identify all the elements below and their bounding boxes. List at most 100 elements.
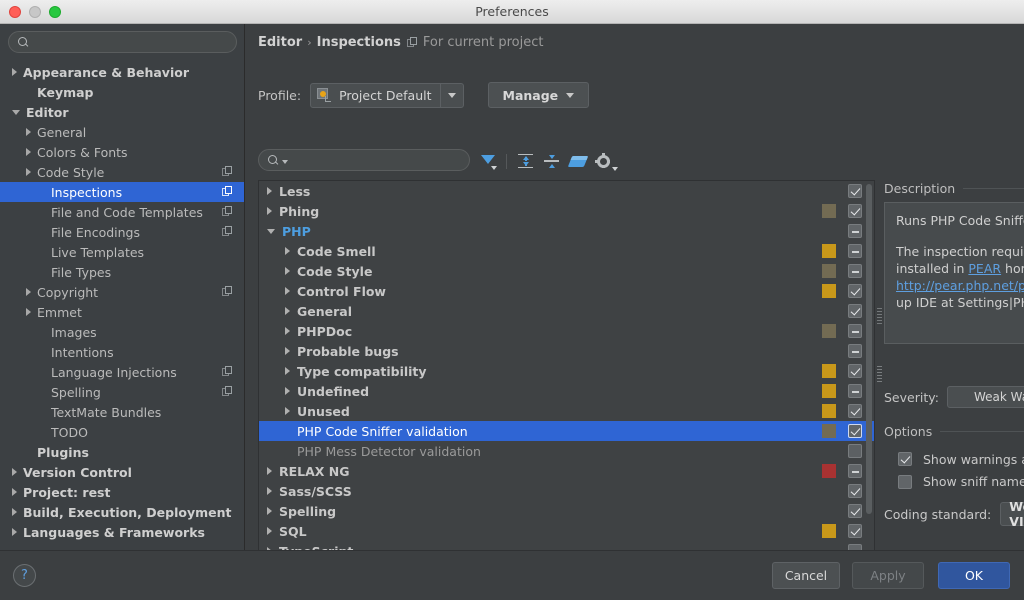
chevron-right-icon[interactable]: [12, 528, 17, 536]
sidebar-item-images[interactable]: Images: [0, 322, 244, 342]
chevron-right-icon[interactable]: [26, 148, 31, 156]
chevron-right-icon[interactable]: [267, 507, 272, 515]
inspection-row[interactable]: Unused: [259, 401, 874, 421]
sidebar-item-plugins[interactable]: Plugins: [0, 442, 244, 462]
sidebar-item-file-encodings[interactable]: File Encodings: [0, 222, 244, 242]
inspection-row[interactable]: PHP Code Sniffer validation: [259, 421, 874, 441]
sidebar-item-copyright[interactable]: Copyright: [0, 282, 244, 302]
coding-standard-select[interactable]: WordPress-VIP: [1000, 499, 1024, 529]
sidebar-item-code-style[interactable]: Code Style: [0, 162, 244, 182]
copy-settings-icon[interactable]: [406, 37, 418, 48]
codesniffer-url-link[interactable]: http://pear.php.net/package/PHP_CodeSnif…: [896, 278, 1024, 293]
inspection-checkbox[interactable]: [848, 244, 862, 258]
inspection-checkbox[interactable]: [848, 324, 862, 338]
inspection-checkbox[interactable]: [848, 464, 862, 478]
sidebar-item-inspections[interactable]: Inspections: [0, 182, 244, 202]
sidebar-item-editor[interactable]: Editor: [0, 102, 244, 122]
copy-settings-icon[interactable]: [222, 226, 233, 237]
chevron-down-icon[interactable]: [12, 109, 20, 115]
show-sniff-checkbox[interactable]: [898, 474, 912, 489]
expand-all-icon[interactable]: [515, 151, 536, 172]
chevron-right-icon[interactable]: [267, 467, 272, 475]
inspection-row[interactable]: Undefined: [259, 381, 874, 401]
inspection-row[interactable]: Code Style: [259, 261, 874, 281]
inspection-checkbox[interactable]: [848, 204, 862, 218]
inspection-checkbox[interactable]: [848, 424, 862, 438]
inspection-checkbox[interactable]: [848, 404, 862, 418]
chevron-right-icon[interactable]: [26, 128, 31, 136]
chevron-right-icon[interactable]: [285, 387, 290, 395]
inspection-checkbox[interactable]: [848, 264, 862, 278]
copy-settings-icon[interactable]: [222, 386, 233, 397]
tree-scrollbar[interactable]: [865, 182, 873, 565]
profile-dropdown-arrow[interactable]: [439, 83, 463, 107]
pear-link[interactable]: PEAR: [968, 261, 1001, 276]
sidebar-item-keymap[interactable]: Keymap: [0, 82, 244, 102]
chevron-right-icon[interactable]: [285, 347, 290, 355]
inspection-checkbox[interactable]: [848, 384, 862, 398]
chevron-right-icon[interactable]: [285, 307, 290, 315]
inspection-checkbox[interactable]: [848, 224, 862, 238]
close-window-button[interactable]: [9, 5, 21, 18]
inspection-row[interactable]: Control Flow: [259, 281, 874, 301]
sidebar-item-spelling[interactable]: Spelling: [0, 382, 244, 402]
inspection-row[interactable]: PHPDoc: [259, 321, 874, 341]
splitter-grip[interactable]: [877, 366, 882, 382]
minimize-window-button[interactable]: [29, 5, 41, 18]
inspection-checkbox[interactable]: [848, 444, 862, 458]
sidebar-item-todo[interactable]: TODO: [0, 422, 244, 442]
copy-settings-icon[interactable]: [222, 366, 233, 377]
help-button[interactable]: ?: [13, 564, 36, 587]
manage-button[interactable]: Manage: [487, 82, 590, 108]
inspection-checkbox[interactable]: [848, 504, 862, 518]
sidebar-item-general[interactable]: General: [0, 122, 244, 142]
sidebar-item-project-rest[interactable]: Project: rest: [0, 482, 244, 502]
chevron-right-icon[interactable]: [12, 488, 17, 496]
sidebar-item-file-types[interactable]: File Types: [0, 262, 244, 282]
chevron-right-icon[interactable]: [285, 287, 290, 295]
copy-settings-icon[interactable]: [222, 166, 233, 177]
sidebar-item-textmate-bundles[interactable]: TextMate Bundles: [0, 402, 244, 422]
inspection-row[interactable]: Code Smell: [259, 241, 874, 261]
filter-icon[interactable]: [477, 151, 498, 172]
collapse-all-icon[interactable]: [541, 151, 562, 172]
chevron-right-icon[interactable]: [285, 247, 290, 255]
inspection-checkbox[interactable]: [848, 484, 862, 498]
inspection-checkbox[interactable]: [848, 524, 862, 538]
inspection-checkbox[interactable]: [848, 284, 862, 298]
chevron-right-icon[interactable]: [12, 508, 17, 516]
inspection-row[interactable]: Sass/SCSS: [259, 481, 874, 501]
chevron-right-icon[interactable]: [285, 367, 290, 375]
panel-splitter[interactable]: [876, 180, 884, 566]
sidebar-item-language-injections[interactable]: Language Injections: [0, 362, 244, 382]
chevron-right-icon[interactable]: [267, 207, 272, 215]
inspection-row[interactable]: Less: [259, 181, 874, 201]
inspection-checkbox[interactable]: [848, 304, 862, 318]
sidebar-search-input[interactable]: [8, 31, 237, 53]
reset-icon[interactable]: [567, 151, 588, 172]
chevron-right-icon[interactable]: [285, 407, 290, 415]
chevron-right-icon[interactable]: [285, 267, 290, 275]
chevron-right-icon[interactable]: [267, 527, 272, 535]
sidebar-item-build-execution-deployment[interactable]: Build, Execution, Deployment: [0, 502, 244, 522]
chevron-right-icon[interactable]: [267, 487, 272, 495]
chevron-right-icon[interactable]: [26, 168, 31, 176]
sidebar-item-emmet[interactable]: Emmet: [0, 302, 244, 322]
inspection-checkbox[interactable]: [848, 344, 862, 358]
inspection-row[interactable]: Spelling: [259, 501, 874, 521]
chevron-right-icon[interactable]: [12, 468, 17, 476]
sidebar-item-appearance-behavior[interactable]: Appearance & Behavior: [0, 62, 244, 82]
copy-settings-icon[interactable]: [222, 186, 233, 197]
description-left-grip[interactable]: [877, 308, 882, 324]
severity-select[interactable]: Weak Warning: [946, 386, 1024, 408]
inspection-row[interactable]: PHP Mess Detector validation: [259, 441, 874, 461]
apply-button[interactable]: Apply: [852, 562, 924, 589]
sidebar-item-file-and-code-templates[interactable]: File and Code Templates: [0, 202, 244, 222]
chevron-right-icon[interactable]: [267, 187, 272, 195]
inspection-checkbox[interactable]: [848, 184, 862, 198]
tree-scrollbar-thumb[interactable]: [866, 184, 872, 514]
chevron-down-icon[interactable]: [267, 228, 275, 234]
ok-button[interactable]: OK: [938, 562, 1010, 589]
chevron-down-icon[interactable]: [282, 160, 288, 164]
sidebar-item-languages-frameworks[interactable]: Languages & Frameworks: [0, 522, 244, 542]
